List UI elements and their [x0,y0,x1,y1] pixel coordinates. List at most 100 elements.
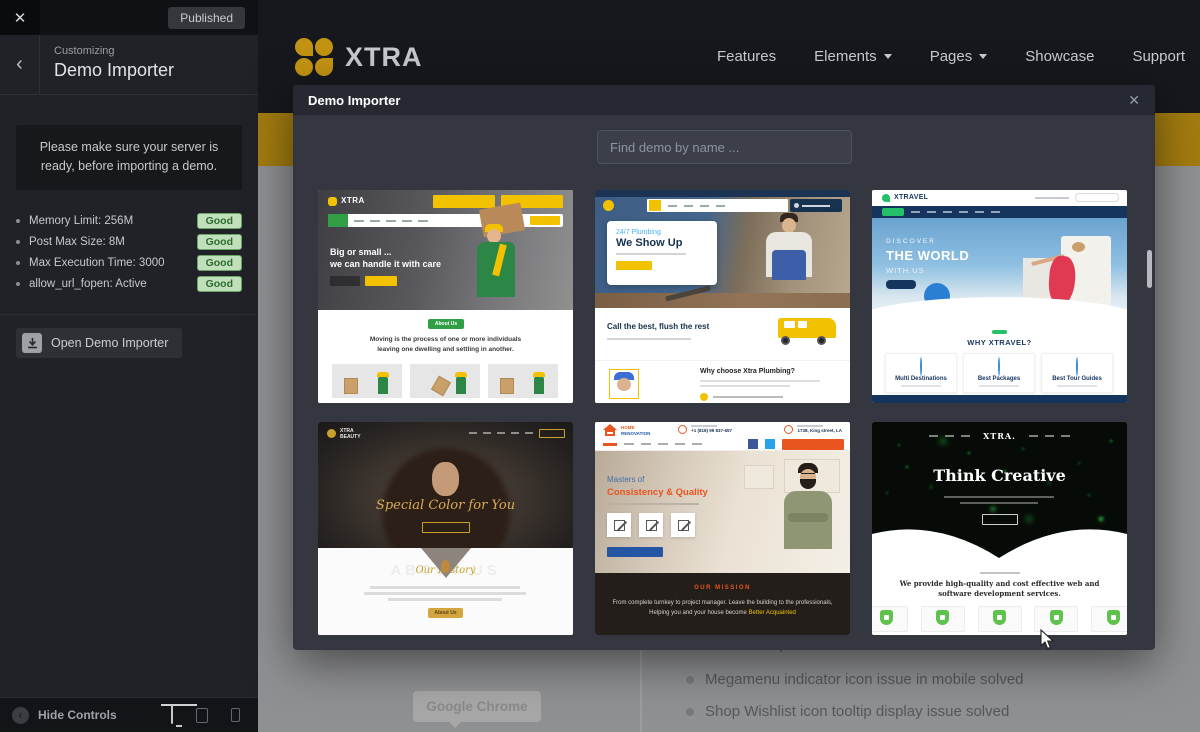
plumbing-hero-card: 24/7 Plumbing We Show Up [607,221,717,285]
collapse-arrow-icon[interactable]: ‹ [12,707,29,724]
beauty-logo-text: XTRABEAUTY [340,428,361,440]
plumbing-hero: 24/7 Plumbing We Show Up [595,190,850,308]
bullet-icon [686,676,694,684]
published-button[interactable]: Published [168,7,245,29]
status-badge: Good [197,234,242,250]
creative-navbar: XTRA. [872,431,1127,441]
open-demo-importer-button[interactable]: Open Demo Importer [16,328,182,358]
nav-item-support[interactable]: Support [1132,48,1185,65]
worker-arms-shape [788,513,828,522]
site-logo-text: XTRA [345,42,423,73]
device-preview-switcher [171,698,258,732]
renovation-title: Consistency & Quality [607,487,708,498]
plumbing-phone-box [790,199,842,212]
request-chip [616,261,652,270]
text-line [700,385,790,387]
changelog-item: Shop Wishlist icon tooltip display issue… [686,703,1009,720]
shield-icon [1050,610,1063,625]
feature-title: Best Tour Guides [1042,376,1112,382]
renovation-kicker: Masters of [607,475,644,484]
nav-item-features[interactable]: Features [717,48,776,65]
feature-bullet [700,393,708,401]
demo-grid: XTRA Big or small ... we can handle it w… [318,190,1127,635]
plumbing-why-section: Why choose Xtra Plumbing? [595,360,850,403]
creative-body-line1: We provide high-quality and cost effecti… [872,579,1127,588]
renovation-cta-chip [782,439,844,450]
travel-cta-chip [886,280,916,289]
changelog-item: Megamenu indicator icon issue in mobile … [686,671,1024,688]
close-customizer-icon[interactable]: ✕ [0,0,40,35]
demo-card-beauty[interactable]: XTRABEAUTY Special Color for You ABOUT U… [318,422,573,635]
movers-logo-text: XTRA [341,196,365,205]
travel-why-section: WHY XTRAVEL? Multi Destinations Best Pac… [872,323,1127,395]
divider [0,314,258,315]
address-contact: 1738, King street, LA [784,425,842,434]
renovation-hero: Masters of Consistency & Quality [595,451,850,573]
plumbing-why-title: Why choose Xtra Plumbing? [700,368,795,375]
travel-section-title: WHY XTRAVEL? [872,338,1127,347]
mobile-preview-button[interactable] [231,708,240,722]
active-device-indicator [161,704,197,706]
hide-controls-label[interactable]: Hide Controls [38,708,117,722]
model-face-shape [432,462,459,496]
google-chrome-tooltip: Google Chrome [413,691,541,722]
status-label: Max Execution Time: 3000 [29,257,165,269]
creative-hero: XTRA. Think Creative [872,422,1127,564]
travel-feature-cards: Multi Destinations Best Packages Best To… [885,353,1113,393]
beauty-nav-button [539,429,565,438]
gold-pendant-shape [441,560,450,573]
status-badge: Good [197,255,242,271]
shield-icon [936,610,949,625]
mission-kicker: OUR MISSION [595,585,850,591]
creative-body-section: We provide high-quality and cost effecti… [872,564,1127,635]
modal-scrollbar[interactable] [1147,250,1152,288]
creative-body-line2: software development services. [872,589,1127,598]
panel-header: ‹ Customizing Demo Importer [0,35,258,95]
text-line [944,496,1054,498]
shield-icon [1107,610,1120,625]
bullet-icon [686,708,694,716]
beauty-nav-links [469,432,533,434]
service-icon [639,513,663,537]
plumber-head-shape [782,218,796,233]
status-row: allow_url_fopen: Active Good [16,273,242,294]
movers-photo-row [332,364,558,398]
demo-card-travel[interactable]: XTRAVEL DISCOVER THE WORLD WITH US [872,190,1127,403]
modal-close-icon[interactable]: ✕ [1128,92,1140,109]
carton-box-shape [479,203,525,238]
travel-kicker: DISCOVER [886,238,936,245]
text-line [364,592,526,595]
open-demo-importer-label: Open Demo Importer [51,336,168,350]
mover-head-shape [487,229,501,243]
site-logo[interactable]: XTRA [295,38,423,76]
nav-item-elements[interactable]: Elements [814,48,892,65]
status-row: Post Max Size: 8M Good [16,231,242,252]
phone-icon [678,425,687,434]
tablet-preview-button[interactable] [196,708,208,723]
movers-logo-icon [328,197,337,206]
demo-card-renovation[interactable]: HOMERENOVATION +1 (818) 99 837-657 1738,… [595,422,850,635]
demo-card-plumbing[interactable]: 24/7 Plumbing We Show Up Call the best, … [595,190,850,403]
xtra-logo-icon [295,38,333,76]
feature-icon [1076,357,1078,376]
nav-item-pages[interactable]: Pages [930,48,988,65]
facebook-icon [748,439,758,449]
bullet-icon [16,219,20,223]
wheel-shape [781,336,790,345]
movers-hero-line1: Big or small ... [330,247,392,257]
creative-title: Think Creative [872,466,1127,485]
nav-item-showcase[interactable]: Showcase [1025,48,1094,65]
server-notice: Please make sure your server is ready, b… [16,125,242,190]
desktop-preview-button[interactable] [171,706,173,724]
demo-card-creative[interactable]: XTRA. Think Creative We provide high-qua… [872,422,1127,635]
renovation-header: HOMERENOVATION +1 (818) 99 837-657 1738,… [595,422,850,438]
demo-importer-modal: Demo Importer ✕ XTRA Big or small ... we… [293,85,1155,650]
appointment-chip [422,522,470,533]
travel-header: XTRAVEL [872,190,1127,206]
topbar-chip [433,195,495,208]
back-chevron-icon[interactable]: ‹ [0,35,40,94]
renovation-navbar [595,438,850,451]
client-badge-row [872,606,1127,632]
demo-search-input[interactable] [597,130,852,164]
demo-card-movers[interactable]: XTRA Big or small ... we can handle it w… [318,190,573,403]
